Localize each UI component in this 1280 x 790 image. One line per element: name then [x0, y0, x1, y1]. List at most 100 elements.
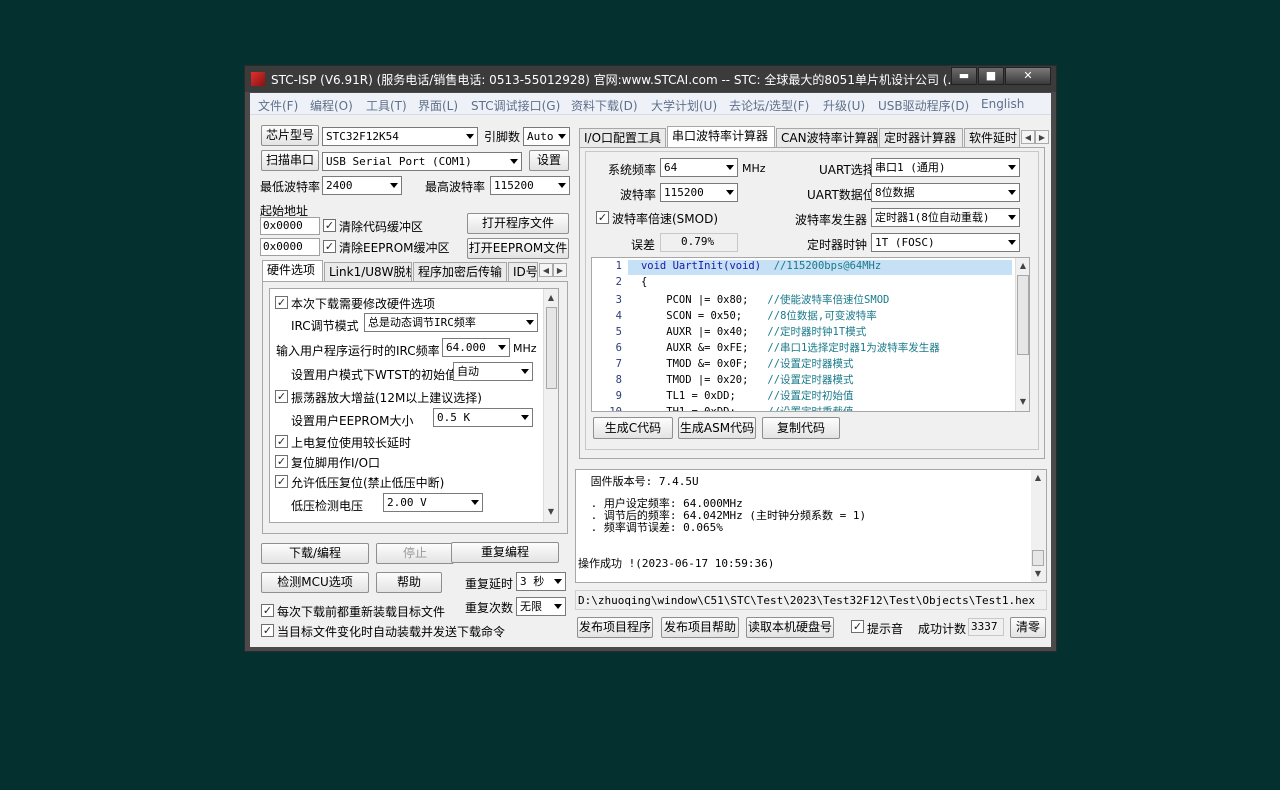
repeat-delay-select[interactable]: 3 秒	[516, 572, 566, 591]
min-baud-select[interactable]: 2400	[322, 176, 402, 195]
menu-debug[interactable]: STC调试接口(G)	[471, 97, 560, 114]
code-comment: //设置定时器模式	[767, 358, 854, 370]
lvr-checkbox[interactable]: ✓	[275, 475, 288, 488]
baud-select[interactable]: 115200	[660, 183, 738, 202]
port-select[interactable]: USB Serial Port (COM1)	[322, 152, 522, 171]
tab-encrypted-transfer[interactable]: 程序加密后传输	[413, 262, 507, 282]
menu-university[interactable]: 大学计划(U)	[651, 97, 717, 114]
help-button[interactable]: 帮助	[376, 572, 442, 593]
sys-freq-label: 系统频率	[608, 163, 657, 177]
open-program-file-button[interactable]: 打开程序文件	[467, 213, 569, 234]
error-value: 0.79%	[660, 233, 738, 252]
uart-select[interactable]: 串口1 (通用)	[871, 158, 1020, 177]
generate-asm-button[interactable]: 生成ASM代码	[678, 417, 756, 439]
baud-gen-select[interactable]: 定时器1(8位自动重载)	[871, 208, 1020, 227]
minimize-button[interactable]: ▬	[951, 67, 977, 85]
code-line: 6 AUXR &= 0xFE; //串口1选择定时器1为波特率发生器	[592, 340, 940, 355]
eeprom-address-input[interactable]: 0x0000	[260, 238, 320, 256]
timer-clock-select[interactable]: 1T (FOSC)	[871, 233, 1020, 252]
close-button[interactable]: ✕	[1005, 67, 1051, 85]
lvd-select[interactable]: 2.00 V	[383, 493, 483, 512]
settings-button[interactable]: 设置	[529, 150, 569, 171]
code-editor[interactable]: 1 void UartInit(void) //115200bps@64MHz 2…	[591, 257, 1030, 412]
smod-checkbox[interactable]: ✓	[596, 211, 609, 224]
tab-io-config[interactable]: I/O口配置工具	[579, 128, 666, 148]
scroll-thumb[interactable]	[546, 307, 557, 389]
menu-program[interactable]: 编程(O)	[310, 97, 353, 114]
sys-freq-select[interactable]: 64	[660, 158, 738, 177]
osc-gain-checkbox[interactable]: ✓	[275, 390, 288, 403]
copy-code-button[interactable]: 复制代码	[762, 417, 840, 439]
repeat-count-select[interactable]: 无限	[516, 597, 566, 616]
scroll-up-icon[interactable]: ▲	[544, 291, 558, 305]
menu-upgrade[interactable]: 升级(U)	[823, 97, 865, 114]
scroll-up-icon[interactable]: ▲	[1031, 471, 1045, 485]
chip-type-button[interactable]: 芯片型号	[261, 125, 319, 146]
scroll-down-icon[interactable]: ▼	[1031, 567, 1045, 581]
tab-scroll-right-icon[interactable]: ▶	[1035, 130, 1049, 144]
long-delay-checkbox[interactable]: ✓	[275, 435, 288, 448]
tab-scroll-right-icon[interactable]: ▶	[553, 263, 567, 277]
code-scrollbar[interactable]: ▲ ▼	[1015, 258, 1029, 411]
tab-timer-calc[interactable]: 定时器计算器	[879, 128, 963, 148]
wtst-select[interactable]: 自动	[453, 362, 533, 381]
log-output[interactable]: 固件版本号: 7.4.5U . 用户设定频率: 64.000MHz . 调节后的…	[575, 469, 1047, 583]
clear-count-button[interactable]: 清零	[1010, 617, 1046, 638]
menu-english[interactable]: English	[981, 97, 1024, 111]
menu-forum[interactable]: 去论坛/选型(F)	[729, 97, 809, 114]
eeprom-size-select[interactable]: 0.5 K	[433, 408, 533, 427]
max-baud-select[interactable]: 115200	[490, 176, 570, 195]
sys-freq-unit: MHz	[742, 162, 766, 175]
modify-hw-checkbox[interactable]: ✓	[275, 296, 288, 309]
menu-usb-driver[interactable]: USB驱动程序(D)	[878, 97, 969, 114]
repeat-program-button[interactable]: 重复编程	[451, 542, 559, 563]
tab-can-baud-calc[interactable]: CAN波特率计算器	[776, 128, 878, 148]
reload-label: 每次下载前都重新装载目标文件	[277, 605, 446, 619]
menu-tools[interactable]: 工具(T)	[366, 97, 407, 114]
menu-file[interactable]: 文件(F)	[258, 97, 298, 114]
irc-mode-select[interactable]: 总是动态调节IRC频率	[364, 313, 538, 332]
publish-help-button[interactable]: 发布项目帮助	[661, 617, 739, 638]
tab-scroll-left-icon[interactable]: ◀	[539, 263, 553, 277]
log-scrollbar[interactable]: ▲ ▼	[1031, 470, 1046, 582]
irc-freq-select[interactable]: 64.000	[442, 338, 510, 357]
scroll-down-icon[interactable]: ▼	[1016, 395, 1029, 409]
publish-program-button[interactable]: 发布项目程序	[577, 617, 653, 638]
scroll-thumb[interactable]	[1017, 275, 1029, 355]
tab-link1-offline[interactable]: Link1/U8W脱机	[324, 262, 412, 282]
irc-mode-label: IRC调节模式	[291, 319, 359, 333]
download-program-button[interactable]: 下载/编程	[261, 543, 369, 564]
scroll-thumb[interactable]	[1032, 550, 1044, 566]
menu-interface[interactable]: 界面(L)	[418, 97, 458, 114]
reset-io-checkbox[interactable]: ✓	[275, 455, 288, 468]
open-eeprom-file-button[interactable]: 打开EEPROM文件	[467, 238, 569, 259]
scroll-up-icon[interactable]: ▲	[1016, 259, 1029, 273]
detect-mcu-button[interactable]: 检测MCU选项	[261, 572, 369, 593]
menu-download-docs[interactable]: 资料下载(D)	[571, 97, 638, 114]
title-bar[interactable]: STC-ISP (V6.91R) (服务电话/销售电话: 0513-550129…	[245, 66, 1056, 92]
tab-hardware-options[interactable]: 硬件选项	[262, 260, 323, 282]
baud-gen-value: 定时器1(8位自动重载)	[875, 211, 990, 224]
generate-c-button[interactable]: 生成C代码	[593, 417, 673, 439]
read-disk-id-button[interactable]: 读取本机硬盘号	[746, 617, 834, 638]
clear-eeprom-checkbox[interactable]: ✓	[323, 240, 336, 253]
chip-type-select[interactable]: STC32F12K54	[322, 127, 478, 146]
pins-select[interactable]: Auto	[523, 127, 570, 146]
tab-software-delay[interactable]: 软件延时	[964, 128, 1020, 148]
clear-code-checkbox[interactable]: ✓	[323, 219, 336, 232]
maximize-button[interactable]: ■	[978, 67, 1004, 85]
auto-send-checkbox[interactable]: ✓	[261, 624, 274, 637]
scroll-down-icon[interactable]: ▼	[544, 505, 558, 519]
hex-path: D:\zhuoqing\window\C51\STC\Test\2023\Tes…	[578, 594, 1035, 607]
code-address-input[interactable]: 0x0000	[260, 217, 320, 235]
uart-bits-select[interactable]: 8位数据	[871, 183, 1020, 202]
tab-id-number[interactable]: ID号	[508, 262, 538, 282]
tab-uart-baud-calc[interactable]: 串口波特率计算器	[667, 126, 775, 148]
code-line: 5 AUXR |= 0x40; //定时器时钟1T模式	[592, 324, 867, 339]
reload-checkbox[interactable]: ✓	[261, 604, 274, 617]
tab-scroll-left-icon[interactable]: ◀	[1021, 130, 1035, 144]
code-line: 7 TMOD &= 0x0F; //设置定时器模式	[592, 356, 854, 371]
options-scrollbar[interactable]: ▲ ▼	[543, 289, 558, 522]
scan-port-button[interactable]: 扫描串口	[261, 150, 319, 171]
beep-checkbox[interactable]: ✓	[851, 620, 864, 633]
